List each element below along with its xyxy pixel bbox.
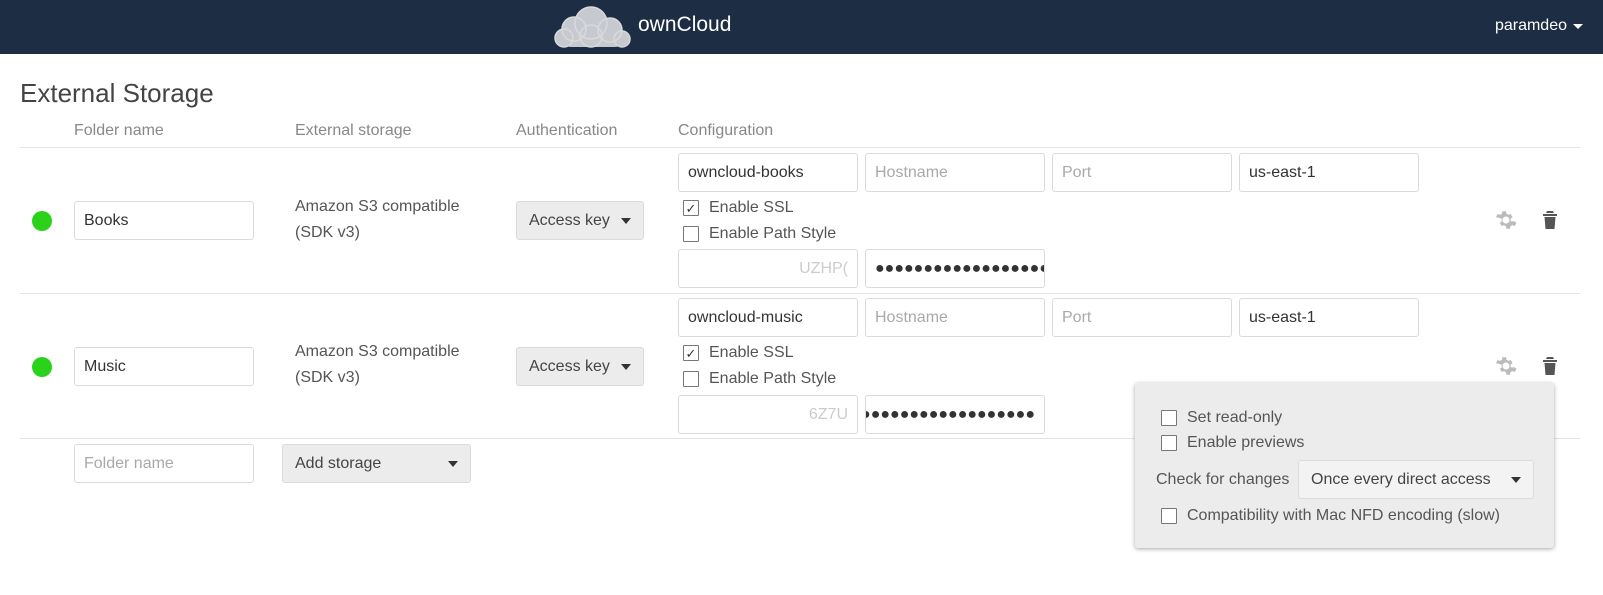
top-bar: ownCloud paramdeo: [0, 0, 1603, 54]
read-only-checkbox[interactable]: Set read-only: [1161, 409, 1282, 427]
trash-icon[interactable]: [1538, 208, 1562, 232]
checkbox-icon[interactable]: [1161, 410, 1177, 426]
access-key-input[interactable]: UZHP(: [678, 249, 858, 288]
storage-type: Amazon S3 compatible (SDK v3): [295, 198, 460, 241]
hostname-input[interactable]: Hostname: [865, 298, 1045, 337]
region-input[interactable]: us-east-1: [1239, 298, 1419, 337]
storage-type: Amazon S3 compatible (SDK v3): [295, 343, 460, 386]
enable-previews-checkbox[interactable]: Enable previews: [1161, 434, 1304, 452]
add-storage-select[interactable]: Add storage: [282, 444, 471, 483]
column-header-configuration: Configuration: [678, 122, 774, 139]
bucket-input[interactable]: owncloud-music: [678, 298, 858, 337]
folder-name-input[interactable]: Books: [74, 201, 254, 240]
checkbox-icon[interactable]: [683, 226, 699, 242]
user-name: paramdeo: [1494, 17, 1567, 34]
new-folder-name-input[interactable]: Folder name: [74, 444, 254, 483]
user-menu[interactable]: paramdeo: [1495, 17, 1583, 35]
secret-key-input[interactable]: ●●●●●●●●●●●●●●●●●●: [865, 395, 1045, 434]
gear-icon[interactable]: [1494, 208, 1518, 232]
owncloud-logo[interactable]: [554, 5, 632, 49]
checkbox-icon[interactable]: [1161, 435, 1177, 451]
folder-name-input[interactable]: Music: [74, 347, 254, 386]
column-header-external-storage: External storage: [295, 122, 412, 139]
auth-select[interactable]: Access key: [516, 201, 644, 240]
nfd-compat-checkbox[interactable]: Compatibility with Mac NFD encoding (slo…: [1161, 507, 1500, 525]
checkbox-icon[interactable]: [1161, 508, 1177, 524]
hostname-input[interactable]: Hostname: [865, 153, 1045, 192]
status-ok-indicator: [32, 357, 52, 377]
gear-icon[interactable]: [1494, 354, 1518, 378]
column-header-authentication: Authentication: [516, 122, 618, 139]
divider: [20, 293, 1580, 294]
enable-ssl-checkbox[interactable]: ✓ Enable SSL: [683, 344, 794, 362]
caret-down-icon: [1511, 476, 1521, 483]
checkbox-checked-icon[interactable]: ✓: [683, 200, 699, 216]
auth-select[interactable]: Access key: [516, 347, 644, 386]
caret-down-icon: [621, 217, 631, 224]
check-changes-select[interactable]: Once every direct access: [1298, 460, 1534, 499]
app-name: ownCloud: [638, 13, 732, 36]
port-input[interactable]: Port: [1052, 298, 1232, 337]
enable-ssl-checkbox[interactable]: ✓ Enable SSL: [683, 199, 794, 217]
region-input[interactable]: us-east-1: [1239, 153, 1419, 192]
mount-options-popover: Set read-only Enable previews Check for …: [1135, 383, 1554, 548]
status-ok-indicator: [32, 211, 52, 231]
path-style-checkbox[interactable]: Enable Path Style: [683, 225, 836, 243]
path-style-checkbox[interactable]: Enable Path Style: [683, 370, 836, 388]
trash-icon[interactable]: [1538, 354, 1562, 378]
check-changes-label: Check for changes: [1156, 471, 1290, 488]
bucket-input[interactable]: owncloud-books: [678, 153, 858, 192]
caret-down-icon: [1573, 23, 1583, 29]
divider: [20, 147, 1580, 148]
caret-down-icon: [448, 460, 458, 467]
checkbox-icon[interactable]: [683, 371, 699, 387]
checkbox-checked-icon[interactable]: ✓: [683, 345, 699, 361]
secret-key-input[interactable]: ●●●●●●●●●●●●●●●●●●: [865, 249, 1045, 288]
access-key-input[interactable]: 6Z7U: [678, 395, 858, 434]
caret-down-icon: [621, 363, 631, 370]
column-header-folder-name: Folder name: [74, 122, 164, 139]
page-title: External Storage: [20, 78, 214, 108]
port-input[interactable]: Port: [1052, 153, 1232, 192]
